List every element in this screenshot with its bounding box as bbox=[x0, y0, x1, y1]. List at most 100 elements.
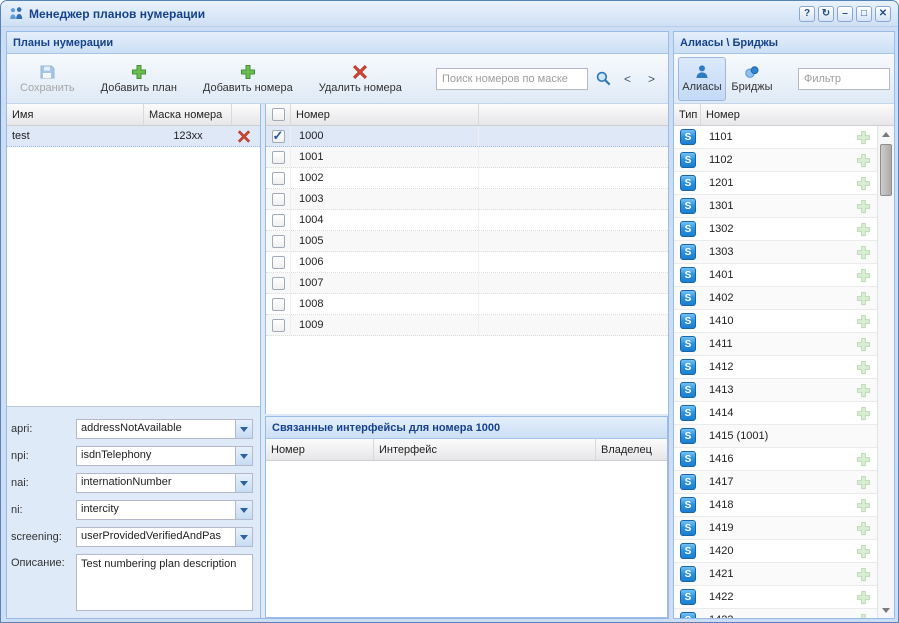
tab-bridges[interactable]: Бриджы bbox=[728, 57, 776, 101]
scrollbar-thumb[interactable] bbox=[880, 144, 892, 196]
delete-numbers-button[interactable]: Удалить номера bbox=[312, 62, 409, 96]
number-row[interactable]: 1001 bbox=[266, 147, 668, 168]
close-button[interactable]: ✕ bbox=[875, 6, 891, 22]
number-row[interactable]: 1006 bbox=[266, 252, 668, 273]
alias-row[interactable]: S 1414 bbox=[674, 402, 877, 425]
vertical-scrollbar[interactable] bbox=[877, 126, 894, 618]
number-row[interactable]: 1007 bbox=[266, 273, 668, 294]
add-alias-button[interactable] bbox=[856, 268, 871, 283]
add-alias-button[interactable] bbox=[856, 521, 871, 536]
add-alias-button[interactable] bbox=[856, 176, 871, 191]
number-checkbox-cell[interactable] bbox=[266, 252, 291, 272]
add-alias-button[interactable] bbox=[856, 337, 871, 352]
add-plan-button[interactable]: Добавить план bbox=[94, 62, 184, 96]
table-row[interactable]: test 123xx bbox=[7, 126, 260, 147]
maximize-button[interactable]: □ bbox=[856, 6, 872, 22]
number-checkbox-cell[interactable] bbox=[266, 210, 291, 230]
checkbox[interactable] bbox=[272, 214, 285, 227]
refresh-button[interactable]: ↻ bbox=[818, 6, 834, 22]
number-checkbox-cell[interactable] bbox=[266, 231, 291, 251]
alias-row[interactable]: S 1416 bbox=[674, 448, 877, 471]
chevron-down-icon[interactable] bbox=[235, 420, 252, 438]
number-checkbox-cell[interactable] bbox=[266, 294, 291, 314]
checkbox[interactable] bbox=[272, 172, 285, 185]
combo-field[interactable]: internationNumber bbox=[76, 473, 253, 493]
chevron-down-icon[interactable] bbox=[235, 501, 252, 519]
add-alias-button[interactable] bbox=[856, 130, 871, 145]
add-alias-button[interactable] bbox=[856, 383, 871, 398]
alias-row[interactable]: S 1418 bbox=[674, 494, 877, 517]
add-alias-button[interactable] bbox=[856, 613, 871, 619]
scroll-down-button[interactable] bbox=[878, 602, 894, 618]
alias-row[interactable]: S 1422 bbox=[674, 586, 877, 609]
tab-aliases[interactable]: Алиасы bbox=[678, 57, 726, 101]
checkbox[interactable] bbox=[272, 277, 285, 290]
number-row[interactable]: 1005 bbox=[266, 231, 668, 252]
add-alias-button[interactable] bbox=[856, 406, 871, 421]
checkbox[interactable] bbox=[272, 108, 285, 121]
alias-row[interactable]: S 1420 bbox=[674, 540, 877, 563]
number-checkbox-cell[interactable] bbox=[266, 189, 291, 209]
add-alias-button[interactable] bbox=[856, 245, 871, 260]
checkbox[interactable] bbox=[272, 256, 285, 269]
column-header-number[interactable]: Номер bbox=[701, 104, 894, 125]
chevron-down-icon[interactable] bbox=[235, 528, 252, 546]
prev-button[interactable]: < bbox=[619, 72, 636, 86]
alias-row[interactable]: S 1421 bbox=[674, 563, 877, 586]
alias-row[interactable]: S 1412 bbox=[674, 356, 877, 379]
alias-row[interactable]: S 1413 bbox=[674, 379, 877, 402]
checkbox[interactable] bbox=[272, 319, 285, 332]
checkbox[interactable] bbox=[272, 193, 285, 206]
alias-row[interactable]: S 1101 bbox=[674, 126, 877, 149]
alias-row[interactable]: S 1102 bbox=[674, 149, 877, 172]
alias-row[interactable]: S 1417 bbox=[674, 471, 877, 494]
checkbox[interactable] bbox=[272, 130, 285, 143]
search-icon[interactable] bbox=[595, 70, 612, 87]
chevron-down-icon[interactable] bbox=[235, 474, 252, 492]
checkbox[interactable] bbox=[272, 298, 285, 311]
number-row[interactable]: 1009 bbox=[266, 315, 668, 336]
combo-field[interactable]: isdnTelephony bbox=[76, 446, 253, 466]
delete-plan-button[interactable] bbox=[232, 126, 256, 146]
combo-field[interactable]: userProvidedVerifiedAndPas bbox=[76, 527, 253, 547]
add-alias-button[interactable] bbox=[856, 590, 871, 605]
alias-row[interactable]: S 1303 bbox=[674, 241, 877, 264]
number-checkbox-cell[interactable] bbox=[266, 273, 291, 293]
select-all-checkbox-cell[interactable] bbox=[266, 104, 291, 125]
number-row[interactable]: 1008 bbox=[266, 294, 668, 315]
add-alias-button[interactable] bbox=[856, 475, 871, 490]
alias-row[interactable]: S 1201 bbox=[674, 172, 877, 195]
column-header-type[interactable]: Тип bbox=[674, 104, 701, 125]
combo-field[interactable]: intercity bbox=[76, 500, 253, 520]
column-header-owner[interactable]: Владелец bbox=[596, 439, 667, 460]
add-alias-button[interactable] bbox=[856, 498, 871, 513]
column-header-number[interactable]: Номер bbox=[266, 439, 374, 460]
alias-row[interactable]: S 1302 bbox=[674, 218, 877, 241]
add-alias-button[interactable] bbox=[856, 199, 871, 214]
number-row[interactable]: 1004 bbox=[266, 210, 668, 231]
add-alias-button[interactable] bbox=[856, 544, 871, 559]
number-checkbox-cell[interactable] bbox=[266, 126, 291, 146]
number-row[interactable]: 1003 bbox=[266, 189, 668, 210]
number-checkbox-cell[interactable] bbox=[266, 168, 291, 188]
add-alias-button[interactable] bbox=[856, 567, 871, 582]
combo-field[interactable]: addressNotAvailable bbox=[76, 419, 253, 439]
alias-row[interactable]: S 1410 bbox=[674, 310, 877, 333]
add-alias-button[interactable] bbox=[856, 452, 871, 467]
checkbox[interactable] bbox=[272, 151, 285, 164]
next-button[interactable]: > bbox=[643, 72, 660, 86]
alias-row[interactable]: S 1423 bbox=[674, 609, 877, 618]
column-header-mask[interactable]: Маска номера bbox=[144, 104, 232, 125]
number-checkbox-cell[interactable] bbox=[266, 147, 291, 167]
column-header-interface[interactable]: Интерфейс bbox=[374, 439, 596, 460]
search-input[interactable] bbox=[436, 68, 588, 90]
checkbox[interactable] bbox=[272, 235, 285, 248]
help-button[interactable]: ? bbox=[799, 6, 815, 22]
alias-row[interactable]: S 1402 bbox=[674, 287, 877, 310]
number-checkbox-cell[interactable] bbox=[266, 315, 291, 335]
alias-row[interactable]: S 1401 bbox=[674, 264, 877, 287]
add-numbers-button[interactable]: Добавить номера bbox=[196, 62, 300, 96]
add-alias-button[interactable] bbox=[856, 153, 871, 168]
scroll-up-button[interactable] bbox=[878, 126, 894, 142]
add-alias-button[interactable] bbox=[856, 291, 871, 306]
